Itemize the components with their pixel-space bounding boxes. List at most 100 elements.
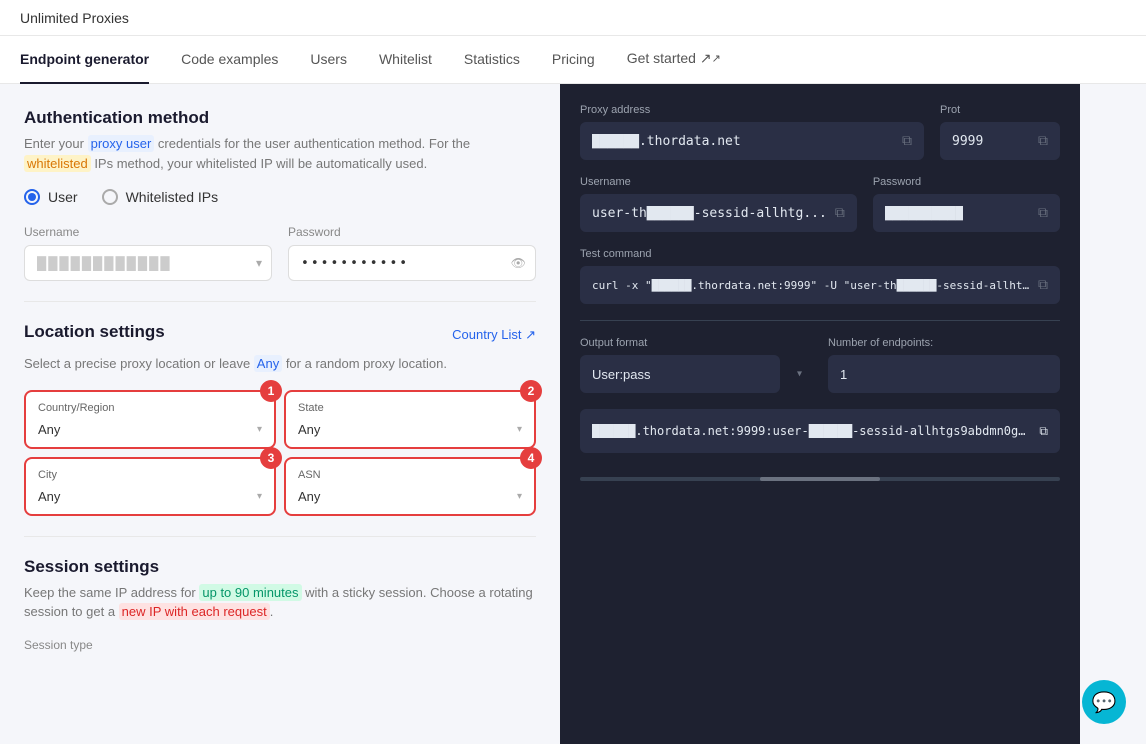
endpoint-string-box: ██████.thordata.net:9999:user-██████-ses…: [580, 409, 1060, 453]
right-panel: Proxy address ██████.thordata.net ⧉ Prot…: [560, 84, 1080, 744]
auth-section-desc: Enter your proxy user credentials for th…: [24, 134, 536, 173]
rp-divider: [580, 320, 1060, 321]
test-command-copy-icon[interactable]: ⧉: [1038, 277, 1048, 293]
nav-bar: Endpoint generator Code examples Users W…: [0, 36, 1146, 84]
rp-username-label: Username: [580, 176, 857, 188]
asn-chevron-icon: ▾: [517, 491, 522, 502]
main-layout: Authentication method Enter your proxy u…: [0, 84, 1146, 744]
country-region-box[interactable]: 1 Country/Region Any ▾: [24, 390, 276, 449]
nav-get-started[interactable]: Get started ↗: [627, 36, 721, 84]
endpoint-string-copy-icon[interactable]: ⧉: [1039, 424, 1048, 439]
app-title: Unlimited Proxies: [20, 10, 129, 26]
rp-username-copy-icon[interactable]: ⧉: [835, 205, 845, 221]
test-command-value-box: curl -x "██████.thordata.net:9999" -U "u…: [580, 266, 1060, 304]
output-format-group: Output format User:pass IP:port ▾: [580, 337, 812, 393]
password-input[interactable]: [288, 245, 536, 281]
highlight-time: up to 90 minutes: [199, 584, 301, 601]
radio-whitelisted-ips[interactable]: Whitelisted IPs: [102, 189, 219, 205]
state-box[interactable]: 2 State Any ▾: [284, 390, 536, 449]
port-group: Prot 9999 ⧉: [940, 104, 1060, 160]
top-bar: Unlimited Proxies: [0, 0, 1146, 36]
radio-user-circle: [24, 189, 40, 205]
country-list-link[interactable]: Country List ↗: [452, 327, 536, 343]
session-type-label: Session type: [24, 638, 536, 652]
location-section-desc: Select a precise proxy location or leave…: [24, 354, 536, 374]
session-section-title: Session settings: [24, 557, 536, 577]
nav-code-examples[interactable]: Code examples: [181, 36, 278, 84]
nav-pricing[interactable]: Pricing: [552, 36, 595, 84]
proxy-address-row: Proxy address ██████.thordata.net ⧉ Prot…: [580, 104, 1060, 160]
session-section: Session settings Keep the same IP addres…: [24, 557, 536, 652]
nav-users[interactable]: Users: [310, 36, 347, 84]
output-format-select[interactable]: User:pass IP:port: [580, 355, 780, 393]
output-endpoints-row: Output format User:pass IP:port ▾ Number…: [580, 337, 1060, 393]
output-format-select-wrapper: User:pass IP:port ▾: [580, 355, 812, 393]
asn-box[interactable]: 4 ASN Any ▾: [284, 457, 536, 516]
auth-section-title: Authentication method: [24, 108, 536, 128]
rp-scrollbar-thumb: [760, 477, 880, 481]
radio-whitelisted-circle: [102, 189, 118, 205]
rp-password-label: Password: [873, 176, 1060, 188]
asn-label: ASN: [298, 469, 522, 481]
rp-username-group: Username user-th██████-sessid-allhtg... …: [580, 176, 857, 232]
rp-password-copy-icon[interactable]: ⧉: [1038, 205, 1048, 221]
credentials-row: Username user-th██████-sessid-allhtg... …: [580, 176, 1060, 232]
location-section: Location settings Country List ↗ Select …: [24, 322, 536, 516]
country-region-label: Country/Region: [38, 402, 262, 414]
username-input-wrapper: ▾: [24, 245, 272, 281]
username-group: Username ▾: [24, 225, 272, 281]
city-box[interactable]: 3 City Any ▾: [24, 457, 276, 516]
username-label: Username: [24, 225, 272, 239]
proxy-address-label: Proxy address: [580, 104, 924, 116]
city-chevron-icon: ▾: [257, 491, 262, 502]
badge-2: 2: [520, 380, 542, 402]
badge-4: 4: [520, 447, 542, 469]
port-copy-icon[interactable]: ⧉: [1038, 133, 1048, 149]
chat-icon: 💬: [1092, 690, 1117, 715]
endpoints-group: Number of endpoints:: [828, 337, 1060, 393]
country-region-select[interactable]: Any ▾: [38, 422, 262, 437]
username-dropdown-icon[interactable]: ▾: [256, 256, 262, 270]
rp-password-value-box: ██████████ ⧉: [873, 194, 1060, 232]
password-input-wrapper: 👁: [288, 245, 536, 281]
highlight-new-ip: new IP with each request: [119, 603, 270, 620]
test-command-group: Test command curl -x "██████.thordata.ne…: [580, 248, 1060, 304]
password-label: Password: [288, 225, 536, 239]
city-select[interactable]: Any ▾: [38, 489, 262, 504]
nav-statistics[interactable]: Statistics: [464, 36, 520, 84]
highlight-proxy-user: proxy user: [88, 135, 155, 152]
output-format-chevron-icon: ▾: [797, 369, 802, 380]
location-divider: [24, 536, 536, 537]
asn-select[interactable]: Any ▾: [298, 489, 522, 504]
endpoints-input[interactable]: [828, 355, 1060, 393]
radio-user[interactable]: User: [24, 189, 78, 205]
rp-scrollbar[interactable]: [580, 477, 1060, 481]
auth-divider: [24, 301, 536, 302]
password-toggle-icon[interactable]: 👁: [511, 256, 526, 270]
test-command-label: Test command: [580, 248, 1060, 260]
username-input[interactable]: [24, 245, 272, 281]
port-value-box: 9999 ⧉: [940, 122, 1060, 160]
proxy-address-copy-icon[interactable]: ⧉: [902, 133, 912, 149]
nav-endpoint-generator[interactable]: Endpoint generator: [20, 36, 149, 84]
port-label: Prot: [940, 104, 1060, 116]
country-chevron-icon: ▾: [257, 424, 262, 435]
session-section-desc: Keep the same IP address for up to 90 mi…: [24, 583, 536, 622]
auth-radio-group: User Whitelisted IPs: [24, 189, 536, 205]
location-section-title: Location settings: [24, 322, 165, 342]
session-type-group: Session type: [24, 638, 536, 652]
nav-whitelist[interactable]: Whitelist: [379, 36, 432, 84]
badge-3: 3: [260, 447, 282, 469]
rp-password-group: Password ██████████ ⧉: [873, 176, 1060, 232]
city-label: City: [38, 469, 262, 481]
location-header: Location settings Country List ↗: [24, 322, 536, 348]
endpoints-label: Number of endpoints:: [828, 337, 1060, 349]
password-group: Password 👁: [288, 225, 536, 281]
auth-form-row: Username ▾ Password 👁: [24, 225, 536, 281]
highlight-any: Any: [254, 355, 282, 372]
rp-username-value-box: user-th██████-sessid-allhtg... ⧉: [580, 194, 857, 232]
highlight-whitelisted: whitelisted: [24, 155, 91, 172]
state-label: State: [298, 402, 522, 414]
chat-bubble[interactable]: 💬: [1082, 680, 1126, 724]
state-select[interactable]: Any ▾: [298, 422, 522, 437]
